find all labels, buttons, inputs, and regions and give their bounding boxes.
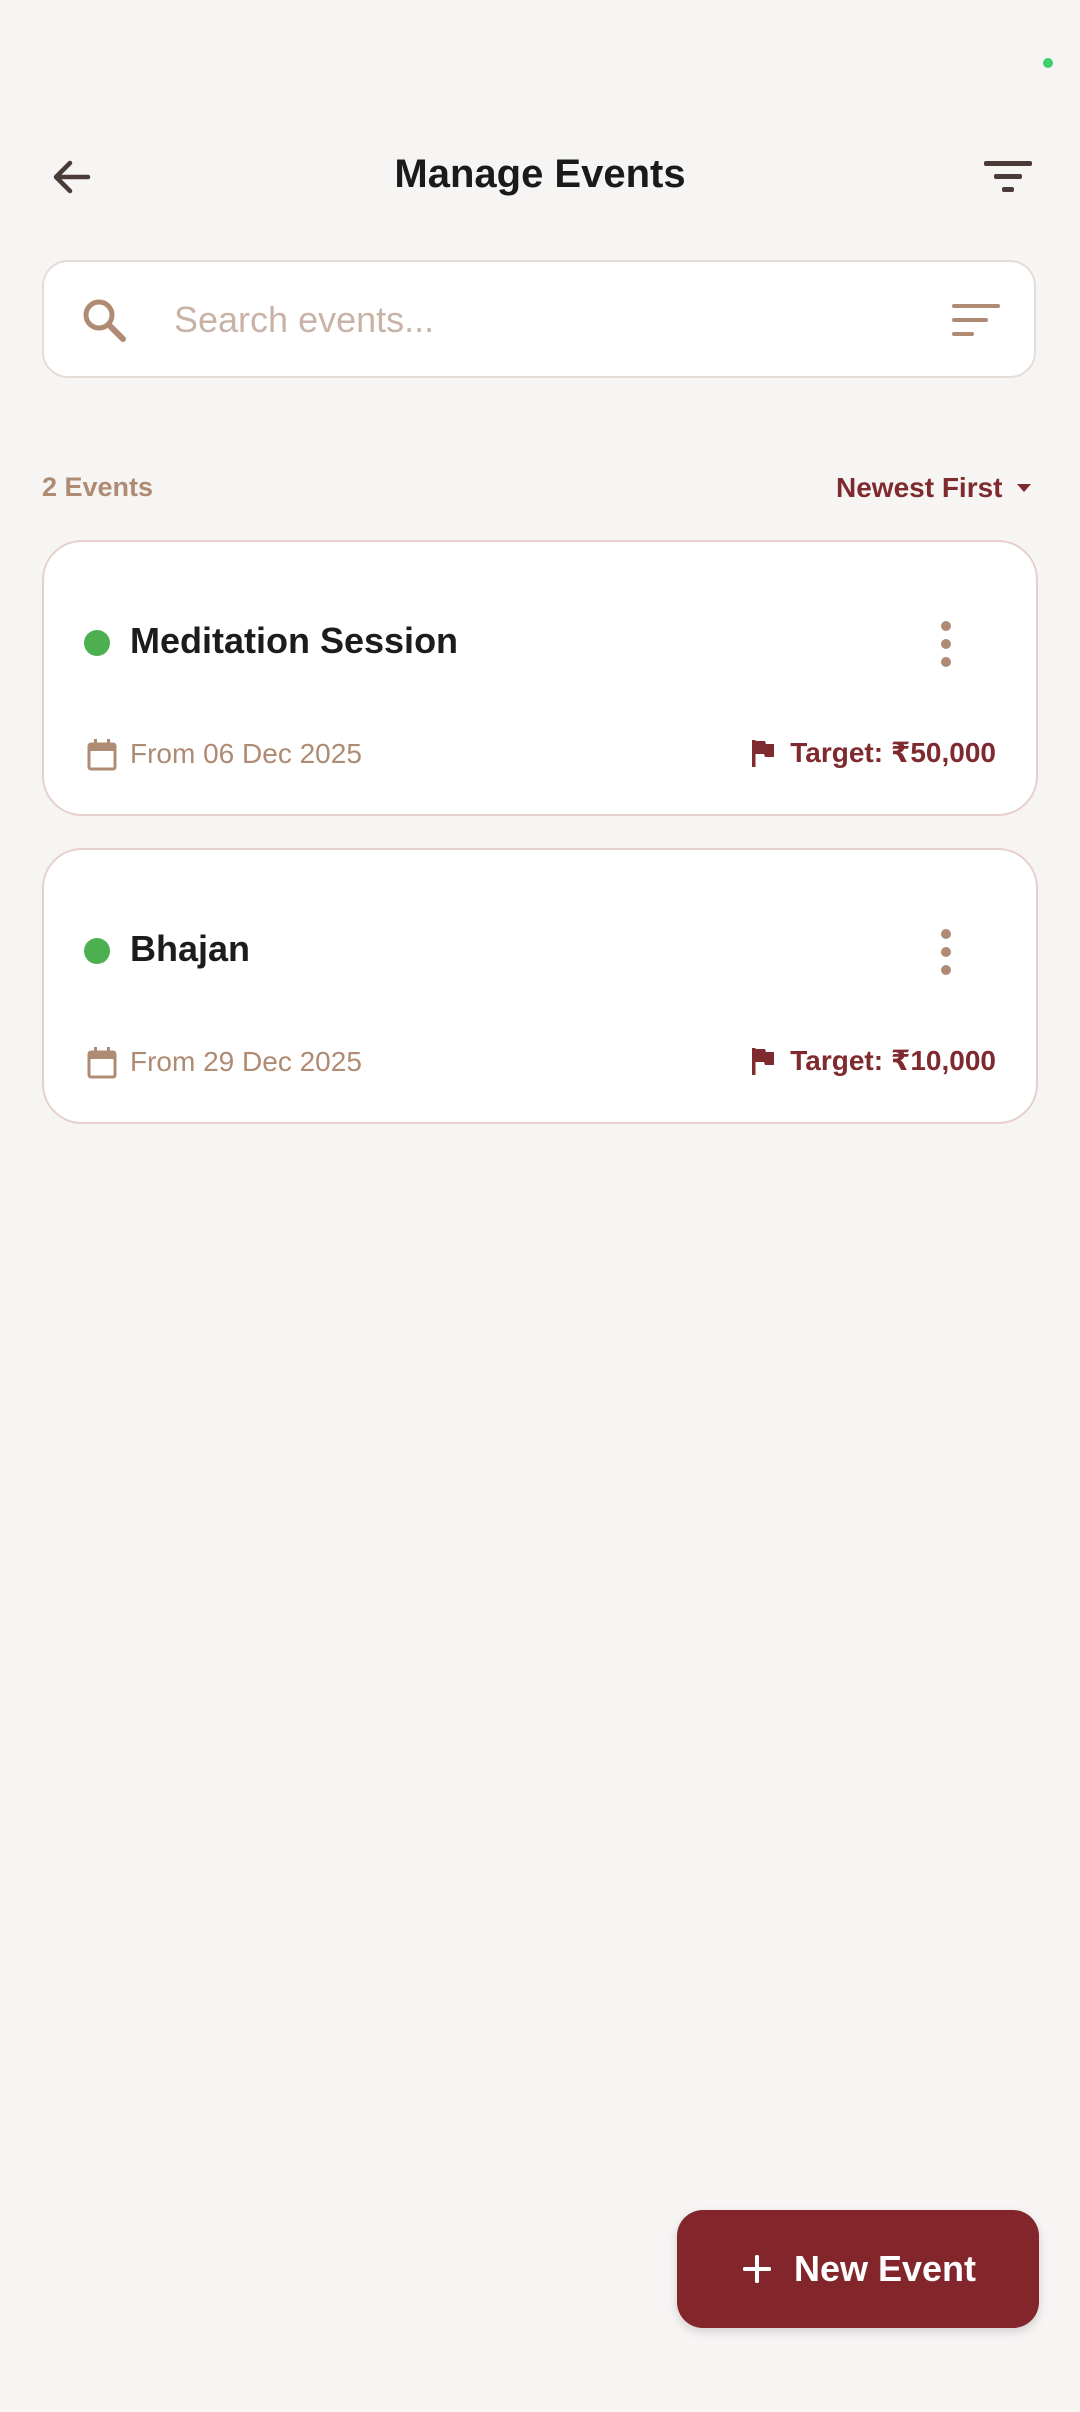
- event-card[interactable]: Bhajan From 29 Dec 2025 Target: ₹10,000: [42, 848, 1038, 1124]
- search-icon: [83, 299, 126, 342]
- sort-lines-icon[interactable]: [950, 298, 1002, 342]
- search-input[interactable]: [172, 284, 876, 356]
- event-name: Meditation Session: [130, 620, 459, 661]
- filter-icon: [984, 161, 1032, 192]
- event-date: From 06 Dec 2025: [130, 738, 362, 769]
- status-indicator-active: [84, 630, 110, 656]
- new-event-button[interactable]: New Event: [677, 2210, 1039, 2328]
- flag-icon: [752, 1047, 775, 1075]
- events-count: 2 Events: [42, 472, 154, 502]
- search-bar: [42, 260, 1036, 378]
- caret-down-icon: [1016, 484, 1031, 492]
- page-title: Manage Events: [394, 152, 686, 196]
- event-date: From 29 Dec 2025: [130, 1046, 362, 1077]
- more-vert-icon: [941, 929, 951, 975]
- flag-icon: [752, 739, 775, 767]
- new-event-label: New Event: [793, 2248, 977, 2289]
- calendar-icon: [87, 739, 117, 771]
- plus-icon: [742, 2255, 771, 2283]
- filter-button[interactable]: [972, 145, 1044, 209]
- status-indicator-dot: [1043, 58, 1053, 68]
- more-options-button[interactable]: [916, 614, 976, 674]
- event-target: Target: ₹50,000: [750, 736, 996, 769]
- event-card[interactable]: Meditation Session From 06 Dec 2025 Targ…: [42, 540, 1038, 816]
- event-target: Target: ₹10,000: [750, 1044, 996, 1077]
- event-target-amount: Target: ₹50,000: [790, 737, 996, 768]
- sort-label: Newest First: [836, 472, 1003, 503]
- app-header: Manage Events: [0, 130, 1080, 225]
- calendar-icon: [87, 1047, 117, 1079]
- event-name: Bhajan: [130, 928, 251, 969]
- more-options-button[interactable]: [916, 922, 976, 982]
- event-target-amount: Target: ₹10,000: [790, 1045, 996, 1076]
- sort-dropdown[interactable]: Newest First: [836, 470, 1037, 506]
- more-vert-icon: [941, 621, 951, 667]
- status-indicator-active: [84, 938, 110, 964]
